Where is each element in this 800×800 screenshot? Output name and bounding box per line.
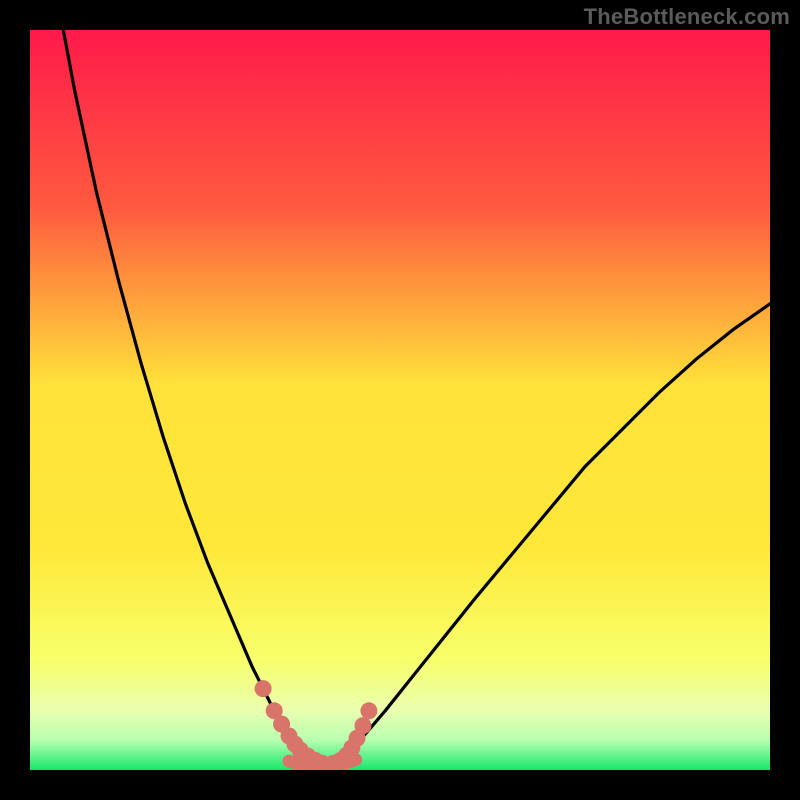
curve-marker — [360, 702, 377, 719]
plot-area — [30, 30, 770, 770]
gradient-background — [30, 30, 770, 770]
chart-frame: TheBottleneck.com — [0, 0, 800, 800]
watermark-text: TheBottleneck.com — [584, 4, 790, 30]
chart-svg — [30, 30, 770, 770]
curve-marker — [255, 680, 272, 697]
curve-marker — [355, 717, 372, 734]
